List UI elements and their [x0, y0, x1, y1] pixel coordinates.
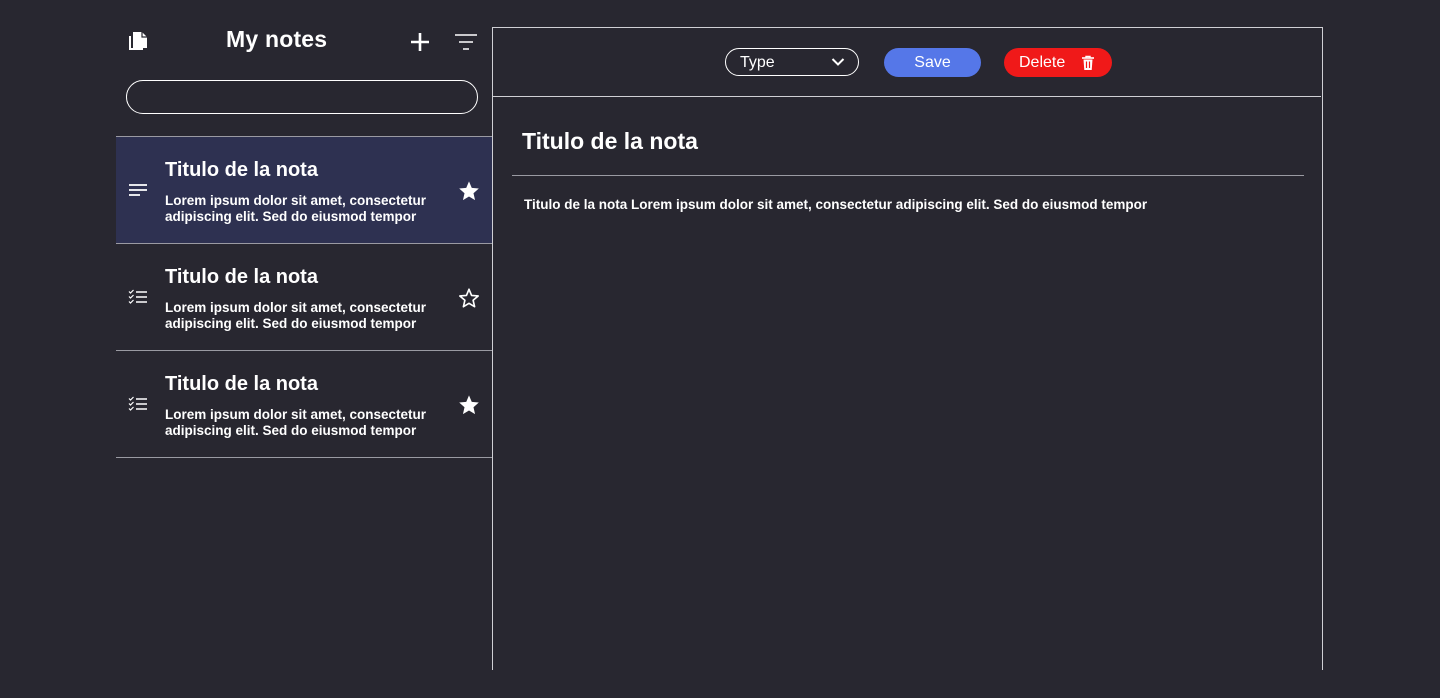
editor-toolbar: Type Save Delete: [493, 28, 1321, 97]
checklist-icon: [128, 289, 147, 304]
delete-button[interactable]: Delete: [1004, 48, 1112, 77]
note-item-preview: Lorem ipsum dolor sit amet, consectetur …: [165, 300, 450, 332]
delete-button-label: Delete: [1019, 54, 1066, 71]
note-item-preview-line: Lorem ipsum dolor sit amet, consectetur: [165, 300, 427, 315]
type-select[interactable]: Type: [725, 48, 859, 76]
note-list: Titulo de la nota Lorem ipsum dolor sit …: [116, 136, 492, 458]
save-button[interactable]: Save: [884, 48, 981, 77]
note-item-preview-line: adipiscing elit. Sed do eiusmod tempor: [165, 423, 417, 438]
sidebar-title: My notes: [226, 26, 328, 52]
search-input[interactable]: [126, 80, 478, 114]
trash-icon: [1082, 55, 1094, 70]
text-lines-icon: [129, 184, 147, 196]
notes-stack-icon: [129, 32, 147, 50]
type-select-value: Type: [740, 54, 775, 71]
note-list-item[interactable]: Titulo de la nota Lorem ipsum dolor sit …: [116, 351, 492, 458]
note-item-title: Titulo de la nota: [165, 266, 318, 288]
star-filled-icon[interactable]: [458, 394, 480, 416]
checklist-icon: [128, 396, 147, 411]
note-body[interactable]: Titulo de la nota Lorem ipsum dolor sit …: [524, 197, 1294, 212]
add-note-button[interactable]: [408, 30, 432, 54]
note-list-item[interactable]: Titulo de la nota Lorem ipsum dolor sit …: [116, 244, 492, 351]
note-editor: Type Save Delete Titulo de la nota Titul…: [492, 27, 1323, 670]
note-item-preview-line: adipiscing elit. Sed do eiusmod tempor: [165, 316, 417, 331]
sidebar-header: My notes: [116, 24, 492, 60]
notes-app: My notes Titulo de la nota Lorem ipsum d…: [0, 0, 1440, 698]
title-divider: [512, 175, 1304, 176]
star-outline-icon[interactable]: [458, 287, 480, 309]
note-title[interactable]: Titulo de la nota: [522, 128, 698, 155]
note-item-preview: Lorem ipsum dolor sit amet, consectetur …: [165, 407, 450, 439]
note-item-preview-line: Lorem ipsum dolor sit amet, consectetur: [165, 407, 427, 422]
note-item-title: Titulo de la nota: [165, 159, 318, 181]
note-item-title: Titulo de la nota: [165, 373, 318, 395]
note-item-preview: Lorem ipsum dolor sit amet, consectetur …: [165, 193, 450, 225]
note-list-item-selected[interactable]: Titulo de la nota Lorem ipsum dolor sit …: [116, 137, 492, 244]
filter-button[interactable]: [454, 32, 478, 52]
note-item-preview-line: adipiscing elit. Sed do eiusmod tempor: [165, 209, 417, 224]
chevron-down-icon: [831, 58, 845, 66]
notes-sidebar: My notes Titulo de la nota Lorem ipsum d…: [116, 0, 492, 698]
star-filled-icon[interactable]: [458, 180, 480, 202]
note-item-preview-line: Lorem ipsum dolor sit amet, consectetur: [165, 193, 427, 208]
